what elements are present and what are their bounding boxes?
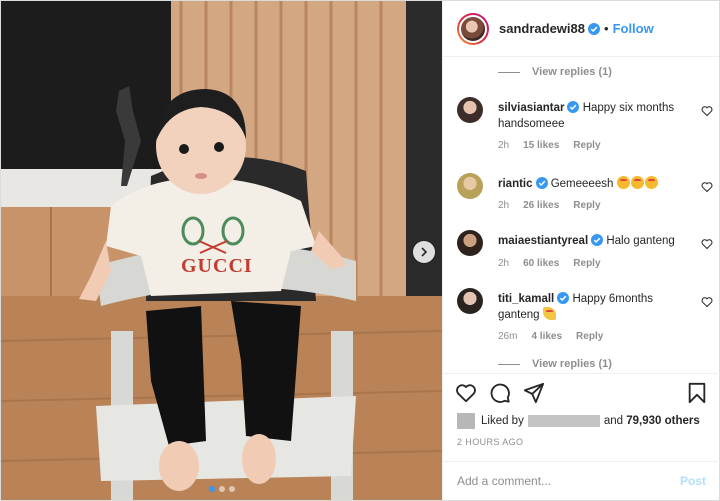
baby-photo-illustration (1, 1, 442, 500)
reply-button[interactable]: Reply (573, 140, 600, 151)
likes-connector: and (603, 415, 624, 427)
comment-text-block: maiaestiantyreal Halo ganteng (498, 233, 688, 249)
header-separator: • (604, 21, 609, 36)
comment-item: silviasiantar Happy six months handsomee… (457, 97, 713, 157)
party-popper-emoji (542, 307, 556, 320)
comment-likes[interactable]: 26 likes (523, 200, 559, 211)
like-comment-heart-icon[interactable] (701, 181, 713, 193)
comment-text: Halo ganteng (606, 235, 675, 247)
chevron-right-icon (421, 247, 428, 257)
carousel-dot (219, 486, 225, 492)
post-photo[interactable]: GUCCI (1, 1, 442, 500)
shirt-brand-text: GUCCI (181, 255, 253, 277)
verified-badge-icon (535, 177, 548, 189)
carousel-dots (209, 486, 235, 492)
likes-count[interactable]: 79,930 others (626, 415, 700, 427)
verified-badge-icon (588, 22, 600, 35)
commenter-username[interactable]: silviasiantar (498, 102, 564, 114)
comment-text-block: titi_kamall Happy 6months ganteng (498, 291, 688, 323)
comment-text-block: riantic Gemeeeesh (498, 176, 688, 192)
redacted-username (527, 415, 600, 427)
comment-time: 2h (498, 140, 510, 151)
commenter-avatar[interactable] (457, 230, 483, 256)
comment-likes[interactable]: 60 likes (523, 258, 559, 269)
like-comment-heart-icon[interactable] (701, 105, 713, 117)
dark-screen (1, 1, 171, 171)
commenter-username[interactable]: maiaestiantyreal (498, 235, 588, 247)
post-timestamp[interactable]: 2 HOURS AGO (457, 437, 523, 447)
comment-likes[interactable]: 15 likes (523, 140, 559, 151)
reply-button[interactable]: Reply (573, 200, 600, 211)
like-comment-heart-icon[interactable] (701, 238, 713, 250)
post-action-bar (443, 373, 720, 411)
comment-text-block: silviasiantar Happy six months handsomee… (498, 100, 688, 132)
reply-button[interactable]: Reply (576, 331, 603, 342)
follow-button[interactable]: Follow (613, 21, 654, 36)
heart-eyes-emoji (630, 176, 644, 189)
author-username[interactable]: sandradewi88 (499, 21, 585, 36)
comment-meta: 2h 26 likes Reply (498, 200, 601, 211)
view-replies-button[interactable]: View replies (1) (443, 350, 612, 373)
likes-summary: Liked by and 79,930 others (457, 411, 700, 431)
author-avatar[interactable] (457, 12, 489, 45)
chair-footrest (96, 396, 356, 481)
like-comment-heart-icon[interactable] (701, 296, 713, 308)
carousel-dot (229, 486, 235, 492)
comment-input[interactable] (457, 474, 680, 488)
commenter-username[interactable]: riantic (498, 178, 533, 190)
post-side-panel: sandradewi88 • Follow View replies (1) s… (442, 1, 720, 500)
comment-meta: 2h 60 likes Reply (498, 258, 601, 269)
share-paper-plane-icon[interactable] (523, 382, 545, 404)
comment-meta: 2h 15 likes Reply (498, 140, 601, 151)
commenter-avatar[interactable] (457, 288, 483, 314)
comment-item: riantic Gemeeeesh 2h 26 likes Reply (457, 173, 713, 218)
comment-item: maiaestiantyreal Halo ganteng 2h 60 like… (457, 230, 713, 275)
reply-button[interactable]: Reply (573, 258, 600, 269)
comment-bubble-icon[interactable] (489, 382, 511, 404)
commenter-avatar[interactable] (457, 173, 483, 199)
liked-by-prefix: Liked by (481, 415, 524, 427)
liker-avatar[interactable] (457, 413, 475, 429)
commenter-avatar[interactable] (457, 97, 483, 123)
verified-badge-icon (557, 292, 570, 304)
verified-badge-icon (567, 101, 580, 113)
verified-badge-icon (591, 234, 604, 246)
heart-eyes-emoji (644, 176, 658, 189)
comment-time: 26m (498, 331, 518, 342)
comment-time: 2h (498, 200, 510, 211)
comment-time: 2h (498, 258, 510, 269)
save-bookmark-icon[interactable] (686, 382, 708, 404)
carousel-next-button[interactable] (413, 241, 435, 263)
comments-list: View replies (1) silviasiantar Happy six… (443, 58, 720, 373)
comment-text: Gemeeeesh (550, 178, 614, 190)
carousel-dot (209, 486, 215, 492)
view-replies-label: View replies (1) (532, 358, 612, 370)
view-replies-button[interactable]: View replies (1) (443, 58, 612, 86)
comment-item: titi_kamall Happy 6months ganteng 26m 4 … (457, 288, 713, 348)
like-heart-icon[interactable] (455, 382, 477, 404)
post-header: sandradewi88 • Follow (443, 1, 719, 57)
comment-likes[interactable]: 4 likes (531, 331, 562, 342)
view-replies-label: View replies (1) (532, 66, 612, 78)
add-comment-bar: Post (443, 461, 720, 500)
comment-meta: 26m 4 likes Reply (498, 331, 603, 342)
post-comment-button[interactable]: Post (680, 474, 706, 488)
commenter-username[interactable]: titi_kamall (498, 293, 554, 305)
heart-eyes-emoji (616, 176, 630, 189)
